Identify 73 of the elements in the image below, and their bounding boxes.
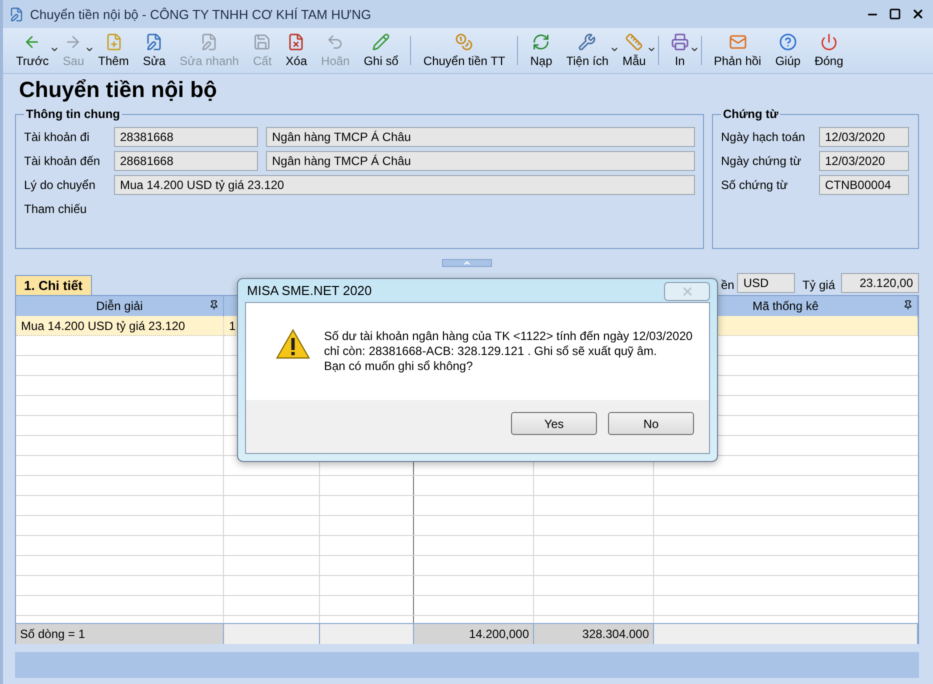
field-label: Tài khoản đến [24,154,102,168]
voucher-field[interactable]: 12/03/2020 [819,151,909,171]
caret-icon[interactable] [610,45,618,54]
toolbar-icon [778,33,797,51]
toolbar-icon [670,33,689,51]
account-field[interactable]: 28381668 [114,127,258,147]
caret-icon[interactable] [50,45,59,54]
toolbar-icon [728,33,747,51]
close-button[interactable] [911,7,925,21]
field-label: Ngày hạch toán [721,130,806,144]
rate-field[interactable]: 23.120,00 [841,273,919,293]
toolbar-button[interactable]: Ghi sổ [356,30,406,71]
toolbar-button[interactable]: Mẫu [616,30,653,71]
dialog-title: MISA SME.NET 2020 [247,283,372,298]
document-icon [9,6,24,22]
footer-cell: 14.200,000 [414,623,534,644]
account-field[interactable]: 28681668 [114,151,258,171]
toolbar-button[interactable]: Xóa [278,30,314,71]
close-icon [680,285,694,298]
toolbar-button[interactable]: Phản hồi [706,30,768,71]
bank-field[interactable]: Ngân hàng TMCP Á Châu [266,151,695,171]
caret-icon[interactable] [690,45,699,54]
toolbar-icon [200,33,218,51]
maximize-button[interactable] [889,8,901,20]
voucher-field[interactable]: 12/03/2020 [819,127,909,147]
collapse-handle[interactable] [442,259,492,267]
toolbar-button[interactable]: Nạp [523,30,560,71]
toolbar-icon [820,33,838,51]
toolbar-button[interactable]: Tiện ích [559,30,616,71]
toolbar-icon [287,33,306,51]
toolbar-icon [253,33,272,51]
footer-cell: 328.304.000 [534,623,654,644]
toolbar-button[interactable]: Thêm [91,30,136,71]
footer-cell: Số dòng = 1 [16,623,224,644]
toolbar-icon [326,33,344,51]
dialog-button[interactable]: Yes [511,412,597,435]
toolbar-button[interactable]: In [664,30,696,71]
toolbar-icon [455,33,474,51]
caret-icon[interactable] [646,45,656,54]
pin-icon[interactable] [903,300,913,310]
currency-field[interactable]: USD [737,273,796,293]
reason-field[interactable]: Mua 14.200 USD tỷ giá 23.120 [114,175,695,195]
field-label: Tham chiếu [24,202,88,216]
field-label: Tỷ giá [802,278,835,292]
dialog-button[interactable]: No [608,412,694,435]
tab[interactable]: 1. Chi tiết [15,275,92,295]
toolbar-button[interactable]: Sửa [136,30,173,71]
panel-title: Thông tin chung [25,107,121,121]
window-title: Chuyển tiền nội bộ - CÔNG TY TNHH CƠ KHÍ TAM HƯNG [30,6,372,22]
toolbar-icon [532,33,550,51]
toolbar-button[interactable]: Đóng [808,30,850,71]
toolbar-button[interactable]: Chuyển tiền TT [416,30,512,71]
field-label: Số chứng từ [721,178,789,192]
toolbar-icon [145,33,164,51]
bank-field[interactable]: Ngân hàng TMCP Á Châu [266,127,695,147]
toolbar-icon [104,33,122,51]
voucher-field[interactable]: CTNB00004 [819,175,909,195]
field-label: Ngày chứng từ [721,154,802,168]
column-header: Diễn giải [16,296,224,316]
page-title: Chuyển tiền nội bộ [19,77,218,103]
field-label: Lý do chuyển [24,178,96,192]
pin-icon[interactable] [209,300,219,310]
panel-title: Chứng từ [722,107,780,121]
toolbar-button[interactable]: Trước [9,30,56,71]
toolbar-icon [578,33,596,51]
toolbar-button[interactable]: Giúp [768,30,808,71]
field-label: ền [720,278,734,292]
dialog-message: Số dư tài khoản ngân hàng của TK <1122> tính đến ngày 12/03/2020 chỉ còn: 28381668-ACB: 328.129.121 . Ghi sổ sẽ xuất quỹ âm. Bạn có muốn ghi sổ không? [324,329,693,374]
warning-icon [276,329,310,359]
field-label: Tài khoản đi [24,130,90,144]
toolbar-icon [372,33,390,51]
toolbar-icon [625,33,644,51]
table-cell: Mua 14.200 USD tỷ giá 23.120 [16,316,224,336]
